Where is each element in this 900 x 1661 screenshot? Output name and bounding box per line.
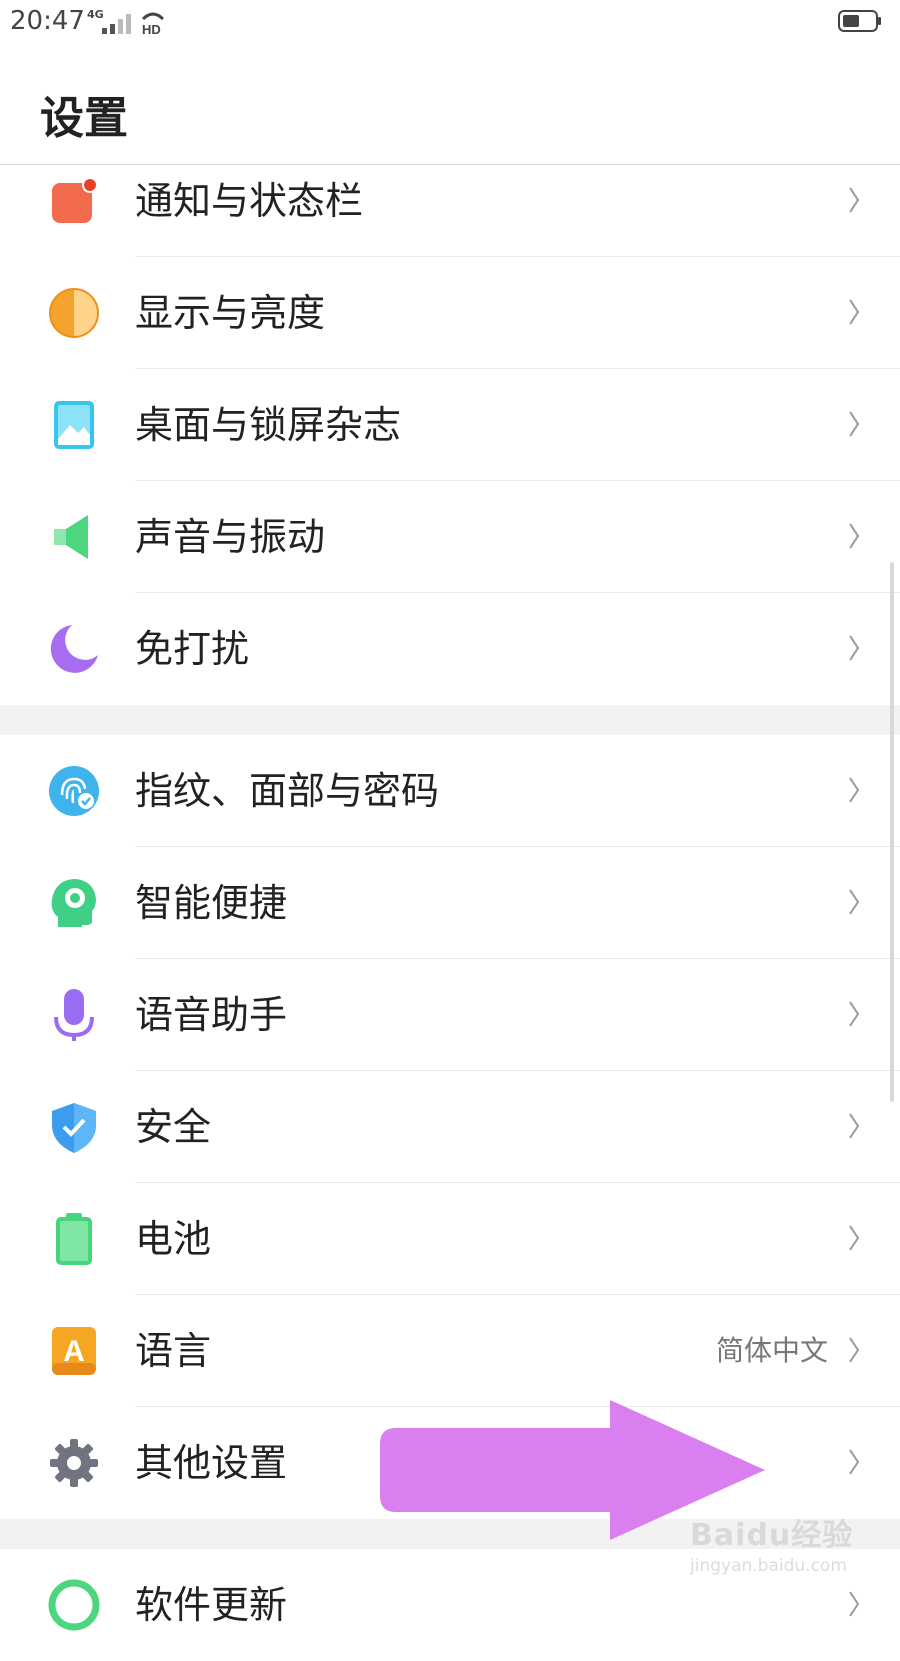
item-label: 软件更新: [135, 1583, 288, 1627]
settings-item-notifications[interactable]: 通知与状态栏: [0, 145, 900, 257]
fingerprint-icon: [49, 766, 99, 816]
settings-item-security[interactable]: 安全: [0, 1071, 900, 1183]
chevron-right-icon: [849, 1449, 860, 1475]
settings-item-smart-assist[interactable]: 智能便捷: [0, 847, 900, 959]
page-title: 设置: [40, 93, 128, 144]
settings-item-wallpaper[interactable]: 桌面与锁屏杂志: [0, 369, 900, 481]
watermark: Baidu经验 jingyan.baidu.com: [690, 1510, 890, 1590]
chevron-right-icon: [849, 1225, 860, 1251]
settings-item-voice-assistant[interactable]: 语音助手: [0, 959, 900, 1071]
shield-icon: [52, 1103, 96, 1153]
hd-call-icon: HD: [141, 12, 165, 36]
chevron-right-icon: [849, 777, 860, 803]
chevron-right-icon: [849, 635, 860, 661]
settings-item-sound[interactable]: 声音与振动: [0, 481, 900, 593]
smart-assist-icon: [51, 879, 96, 927]
item-label: 智能便捷: [135, 881, 288, 925]
software-update-icon: [48, 1579, 100, 1631]
chevron-right-icon: [849, 1001, 860, 1027]
item-label: 通知与状态栏: [135, 179, 364, 223]
chevron-right-icon: [849, 1591, 860, 1617]
settings-item-battery[interactable]: 电池: [0, 1183, 900, 1295]
notification-icon: [52, 177, 98, 223]
item-label: 安全: [135, 1105, 212, 1149]
item-label: 桌面与锁屏杂志: [135, 403, 402, 447]
item-label: 其他设置: [135, 1441, 288, 1485]
microphone-icon: [54, 989, 94, 1041]
item-label: 指纹、面部与密码: [135, 769, 440, 813]
svg-text:HD: HD: [142, 22, 161, 36]
watermark-brand: Baidu经验: [690, 1518, 854, 1553]
battery-status-icon: [838, 10, 881, 32]
chevron-right-icon: [849, 1113, 860, 1139]
watermark-url: jingyan.baidu.com: [690, 1556, 847, 1576]
language-value: 简体中文: [715, 1334, 828, 1367]
settings-item-display[interactable]: 显示与亮度: [0, 257, 900, 369]
wallpaper-icon: [54, 401, 94, 449]
status-bar: 20:47 4G HD: [0, 0, 900, 46]
chevron-right-icon: [849, 299, 860, 325]
chevron-right-icon: [849, 1337, 860, 1363]
chevron-right-icon: [849, 889, 860, 915]
signal-icon: [102, 14, 131, 34]
settings-item-fingerprint[interactable]: 指纹、面部与密码: [0, 735, 900, 847]
item-label: 声音与振动: [135, 515, 326, 559]
chevron-right-icon: [849, 523, 860, 549]
status-time: 20:47: [10, 6, 85, 36]
do-not-disturb-icon: [50, 625, 98, 673]
chevron-right-icon: [849, 187, 860, 213]
settings-item-language[interactable]: A 语言 简体中文: [0, 1295, 900, 1407]
brightness-icon: [49, 288, 99, 338]
item-label: 语音助手: [135, 993, 288, 1037]
svg-text:A: A: [63, 1335, 85, 1368]
chevron-right-icon: [849, 411, 860, 437]
section-gap: [0, 705, 900, 735]
item-label: 电池: [135, 1217, 212, 1261]
battery-icon: [56, 1213, 92, 1265]
item-label: 语言: [135, 1329, 212, 1373]
sound-icon: [54, 515, 88, 559]
item-label: 免打扰: [135, 627, 250, 671]
item-label: 显示与亮度: [135, 291, 326, 335]
language-icon: A: [52, 1327, 96, 1375]
scrollbar[interactable]: [890, 562, 894, 1102]
settings-item-do-not-disturb[interactable]: 免打扰: [0, 593, 900, 705]
gear-icon: [50, 1439, 98, 1487]
